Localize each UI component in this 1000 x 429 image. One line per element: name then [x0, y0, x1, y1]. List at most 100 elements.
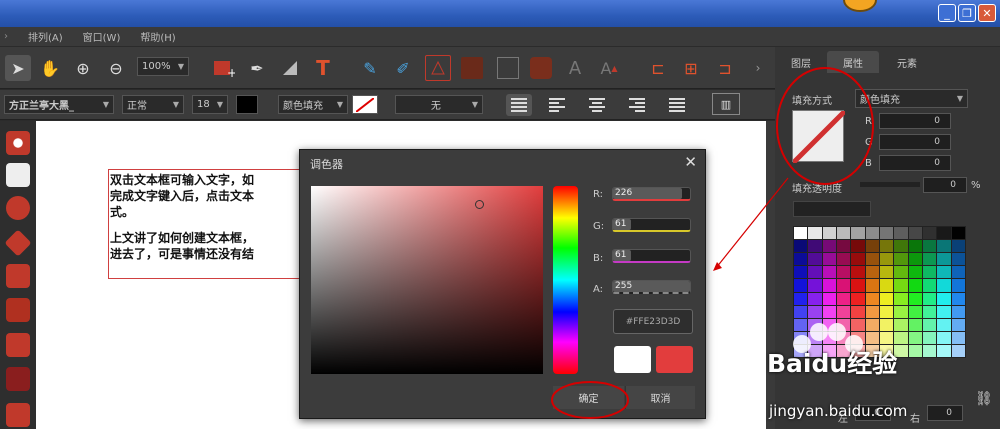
palette-swatch[interactable] [865, 253, 879, 266]
palette-swatch[interactable] [922, 240, 937, 253]
palette-swatch[interactable] [922, 292, 937, 305]
record-icon[interactable] [6, 131, 30, 155]
palette-swatch[interactable] [794, 253, 808, 266]
zoom-in-icon[interactable]: ⊕ [70, 55, 96, 81]
color-picker-handle[interactable] [475, 200, 484, 209]
palette-swatch[interactable] [794, 240, 808, 253]
palette-swatch[interactable] [922, 266, 937, 279]
menu-item-arrange[interactable]: 排列(A) [28, 29, 63, 44]
palette-swatch[interactable] [894, 266, 908, 279]
hand-tool-icon[interactable]: ✋ [37, 55, 63, 81]
palette-swatch[interactable] [851, 253, 865, 266]
palette-swatch[interactable] [908, 253, 922, 266]
palette-swatch[interactable] [908, 240, 922, 253]
tab-elements[interactable]: 元素 [883, 51, 931, 73]
palette-swatch[interactable] [879, 253, 894, 266]
palette-swatch[interactable] [851, 227, 865, 240]
cancel-button[interactable]: 取消 [625, 386, 695, 409]
export-icon[interactable] [6, 403, 30, 427]
distribute-icon[interactable] [664, 94, 690, 116]
g-spinner[interactable]: 0 [879, 134, 951, 150]
palette-swatch[interactable] [894, 292, 908, 305]
palette-swatch[interactable] [851, 305, 865, 318]
palette-swatch[interactable] [794, 227, 808, 240]
palette-swatch[interactable] [951, 292, 965, 305]
check-icon[interactable] [6, 367, 30, 391]
tab-properties[interactable]: 属性 [827, 51, 879, 73]
web-icon[interactable] [6, 264, 30, 288]
saturation-value-area[interactable] [311, 186, 543, 374]
palette-swatch[interactable] [894, 279, 908, 292]
text-effect-icon[interactable]: A ▲ [596, 55, 622, 81]
align-left-edge-icon[interactable]: ⊏ [645, 55, 671, 81]
close-window-button[interactable]: ✕ [978, 4, 996, 22]
hex-value-field[interactable]: #FFE23D3D [613, 309, 693, 334]
palette-swatch[interactable] [879, 227, 894, 240]
palette-swatch[interactable] [822, 227, 836, 240]
palette-swatch[interactable] [865, 292, 879, 305]
palette-swatch[interactable] [808, 253, 822, 266]
text-color-swatch[interactable] [236, 95, 258, 114]
play-icon[interactable] [6, 196, 30, 220]
fill-preview-swatch[interactable] [791, 109, 847, 165]
palette-swatch[interactable] [908, 266, 922, 279]
palette-swatch[interactable] [808, 240, 822, 253]
palette-swatch[interactable] [937, 305, 951, 318]
palette-swatch[interactable] [879, 266, 894, 279]
zoom-select[interactable]: 100% ▼ [137, 57, 189, 76]
minimize-button[interactable]: _ [938, 4, 956, 22]
palette-swatch[interactable] [937, 240, 951, 253]
more-chevron-icon[interactable]: › [745, 55, 771, 81]
alpha-channel-slider[interactable]: 255 [612, 280, 691, 294]
palette-swatch[interactable] [794, 292, 808, 305]
palette-swatch[interactable] [937, 266, 951, 279]
ok-button[interactable]: 确定 [553, 386, 624, 409]
palette-swatch[interactable] [922, 279, 937, 292]
app-orb-icon[interactable] [843, 0, 877, 12]
palette-swatch[interactable] [908, 292, 922, 305]
text-style-icon[interactable]: A [562, 55, 588, 81]
close-icon[interactable]: ✕ [684, 153, 697, 171]
palette-swatch[interactable] [808, 279, 822, 292]
palette-swatch[interactable] [822, 240, 836, 253]
palette-swatch[interactable] [951, 240, 965, 253]
menu-item-help[interactable]: 帮助(H) [140, 29, 175, 44]
zoom-out-icon[interactable]: ⊖ [103, 55, 129, 81]
palette-swatch[interactable] [865, 279, 879, 292]
palette-swatch[interactable] [879, 240, 894, 253]
palette-swatch[interactable] [851, 292, 865, 305]
palette-swatch[interactable] [951, 227, 965, 240]
font-family-select[interactable]: 方正兰亭大黑_ ▼ [4, 95, 114, 114]
align-center-text-icon[interactable] [584, 94, 610, 116]
opacity-spinner[interactable]: 0 [923, 177, 967, 193]
palette-swatch[interactable] [851, 279, 865, 292]
stroke-none-swatch[interactable] [352, 95, 378, 114]
palette-swatch[interactable] [808, 305, 822, 318]
palette-swatch[interactable] [836, 305, 851, 318]
opacity-slider[interactable] [860, 182, 920, 187]
align-right-icon[interactable] [624, 94, 650, 116]
palette-swatch[interactable] [937, 227, 951, 240]
palette-swatch[interactable] [951, 266, 965, 279]
palette-swatch[interactable] [836, 253, 851, 266]
restore-button[interactable]: ❐ [958, 4, 976, 22]
color-hex-field[interactable] [793, 201, 871, 217]
palette-swatch[interactable] [937, 292, 951, 305]
move-icon[interactable] [4, 229, 32, 257]
columns-icon[interactable]: ▥ [712, 93, 740, 115]
palette-swatch[interactable] [922, 227, 937, 240]
palette-swatch[interactable] [894, 240, 908, 253]
palette-swatch[interactable] [794, 279, 808, 292]
palette-swatch[interactable] [879, 305, 894, 318]
palette-swatch[interactable] [951, 279, 965, 292]
palette-swatch[interactable] [879, 292, 894, 305]
palette-swatch[interactable] [822, 253, 836, 266]
palette-swatch[interactable] [794, 266, 808, 279]
palette-swatch[interactable] [937, 279, 951, 292]
insert-image-icon[interactable]: + [211, 55, 237, 81]
palette-swatch[interactable] [836, 279, 851, 292]
palette-swatch[interactable] [822, 266, 836, 279]
style-rounded-icon[interactable] [530, 57, 552, 79]
menu-item-window[interactable]: 窗口(W) [83, 29, 121, 44]
palette-swatch[interactable] [822, 279, 836, 292]
